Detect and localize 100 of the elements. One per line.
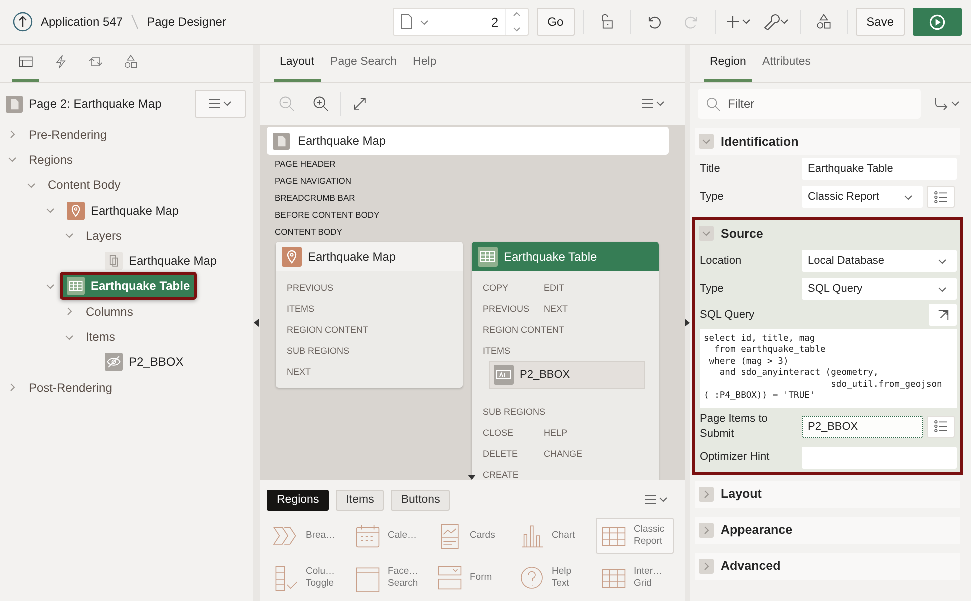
run-button[interactable] [913,8,962,36]
select-field[interactable]: Classic Report [802,186,923,208]
region-card[interactable]: Earthquake Map PREVIOUS ITEMS REGION CONTENT SUB REGIONS NEXT [276,242,463,388]
gallery-item[interactable]: Cale… [350,518,428,554]
field-label: SQL Query [700,308,756,322]
chevron-right-icon[interactable] [702,526,711,535]
tree-item[interactable]: Layers [79,224,130,248]
tab[interactable]: Regions [267,490,330,510]
slot-label: REGION CONTENT [483,324,565,336]
select-field[interactable]: SQL Query [802,278,957,300]
gallery-item[interactable]: Form [432,560,510,596]
page-icon [273,132,290,150]
save-button[interactable]: Save [856,8,905,36]
expand-icon[interactable] [351,95,369,113]
list-menu-icon[interactable] [644,494,670,506]
position-label: PAGE NAVIGATION [275,176,353,188]
tree-item[interactable]: P2_BBOX [98,348,191,376]
breadcrumb-link[interactable]: Page Designer [147,15,226,29]
filter-field[interactable]: Filter [698,89,921,119]
layer-icon [105,252,123,270]
gallery-item[interactable]: Classic Report [596,518,674,554]
page-selector[interactable]: 2 [392,8,529,36]
chevron-down-icon[interactable] [27,180,36,190]
tree-item[interactable]: Earthquake Table [60,272,198,300]
text-field[interactable] [802,446,957,469]
slot-label: NEXT [287,366,312,378]
section-title[interactable]: Appearance [721,523,793,538]
slot-label: EDIT [544,282,566,294]
tree-item[interactable]: Pre-Rendering [22,122,114,147]
chevron-right-icon[interactable] [65,307,74,316]
select-field[interactable]: Local Database [802,250,957,272]
tab[interactable]: Help [407,45,443,82]
region-card[interactable]: Earthquake Table COPY EDIT PREVIOUS NEXT REGION CONTENT ITEMS P2_BBOX SUB REGIONS CLOSE HELP DELETE CHANGE CREATE [472,242,659,480]
tab[interactable]: Region [704,45,752,82]
page-card[interactable]: Earthquake Map [267,127,669,155]
expand-editor-button[interactable] [929,304,957,326]
item-label: P2_BBOX [520,369,570,381]
section-title[interactable]: Source [721,226,764,240]
gallery-item[interactable]: Brea… [268,518,346,554]
region-header[interactable]: Earthquake Table [472,242,659,271]
field-label: Location [700,254,743,268]
section-title[interactable]: Advanced [721,559,781,574]
section-title[interactable]: Layout [721,487,762,502]
tree-item[interactable]: Post-Rendering [22,376,120,400]
search-icon [706,97,721,112]
slot-label: CREATE [483,468,520,480]
text-field[interactable]: P2_BBOX [802,416,923,438]
item-box[interactable]: P2_BBOX [489,361,645,389]
chevron-down-icon[interactable] [8,155,17,164]
tree-item[interactable]: Earthquake Map [60,196,186,225]
gallery-item[interactable]: Cards [432,518,510,554]
tab[interactable]: Page Search [324,45,404,82]
tree-item[interactable]: Columns [79,300,140,324]
resize-handle-icon[interactable] [468,475,476,480]
text-field[interactable]: Earthquake Table [802,158,957,180]
chevron-down-icon[interactable] [46,206,55,216]
gallery-item[interactable]: Colu… Toggle [268,560,346,596]
region-header[interactable]: Earthquake Map [276,242,463,271]
chevron-down-icon[interactable] [65,231,74,240]
code-editor[interactable]: select id, title, mag from earthquake_table where (mag > 3) and sdo_anyinteract (geometry, sdo_util.from_geojson ( :P4_BBOX)) = 'TRUE' [700,329,957,408]
list-picker-button[interactable] [927,186,955,208]
eye-slash-icon [105,353,123,372]
chevron-down-icon[interactable] [65,332,74,342]
chevron-down-icon[interactable] [702,229,711,238]
go-button[interactable]: Go [536,8,575,36]
list-menu-icon [208,98,234,110]
chevron-right-icon[interactable] [8,383,17,392]
page-number-field[interactable]: 2 [491,14,505,30]
breadcrumb-link[interactable]: Application 547 [41,15,124,29]
slot-label: ITEMS [483,344,512,356]
tab[interactable]: Buttons [391,490,450,510]
chevron-right-icon[interactable] [702,490,711,499]
tab[interactable]: Layout [274,45,321,82]
chevron-down-icon[interactable] [46,282,55,291]
zoom-in-icon[interactable] [312,95,330,113]
chevron-down-icon[interactable] [702,137,711,146]
page-card-title: Earthquake Map [298,134,386,148]
shapes-icon[interactable] [814,13,833,31]
slot-label: NEXT [544,302,570,314]
chevron-right-icon[interactable] [8,130,17,140]
tree-item[interactable]: Regions [22,148,80,172]
slot-label: DELETE [483,448,520,460]
section-title[interactable]: Identification [721,134,799,148]
list-picker-button[interactable] [927,416,955,438]
page-title: Page 2: Earthquake Map [29,97,162,111]
tab[interactable]: Attributes [756,45,818,82]
chevron-right-icon[interactable] [702,562,711,571]
list-menu-icon[interactable] [641,98,667,110]
tree-item[interactable]: Content Body [41,173,128,198]
slot-label: CLOSE [483,426,515,438]
gallery-item[interactable]: Chart [514,518,592,554]
menu-button[interactable] [195,90,246,118]
position-label: CONTENT BODY [275,227,344,239]
tab[interactable]: Items [336,490,384,510]
gallery-item[interactable]: Help Text [514,560,592,596]
field-label: Type [700,282,725,296]
gallery-item[interactable]: Face… Search [350,560,428,596]
region-title: Earthquake Table [504,250,598,264]
gallery-item[interactable]: Inter… Grid [596,560,674,596]
tree-item[interactable]: Items [79,325,122,350]
